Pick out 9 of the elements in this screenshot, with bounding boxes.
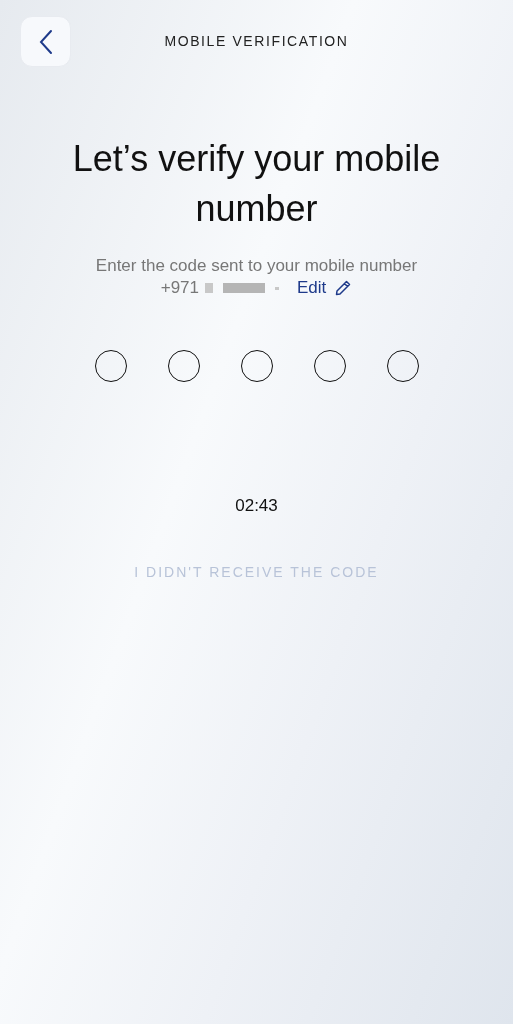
- pencil-icon[interactable]: [334, 279, 353, 297]
- heading: Let’s verify your mobile number: [71, 137, 442, 231]
- phone-number: +971: [160, 278, 199, 298]
- back-button[interactable]: [20, 16, 71, 67]
- chevron-left-icon: [38, 28, 53, 55]
- countdown-timer: 02:43: [235, 496, 278, 516]
- screen-title: MOBILE VERIFICATION: [164, 33, 349, 49]
- instructions: Enter the code sent to your mobile number: [95, 256, 418, 276]
- edit-link[interactable]: Edit: [297, 278, 327, 298]
